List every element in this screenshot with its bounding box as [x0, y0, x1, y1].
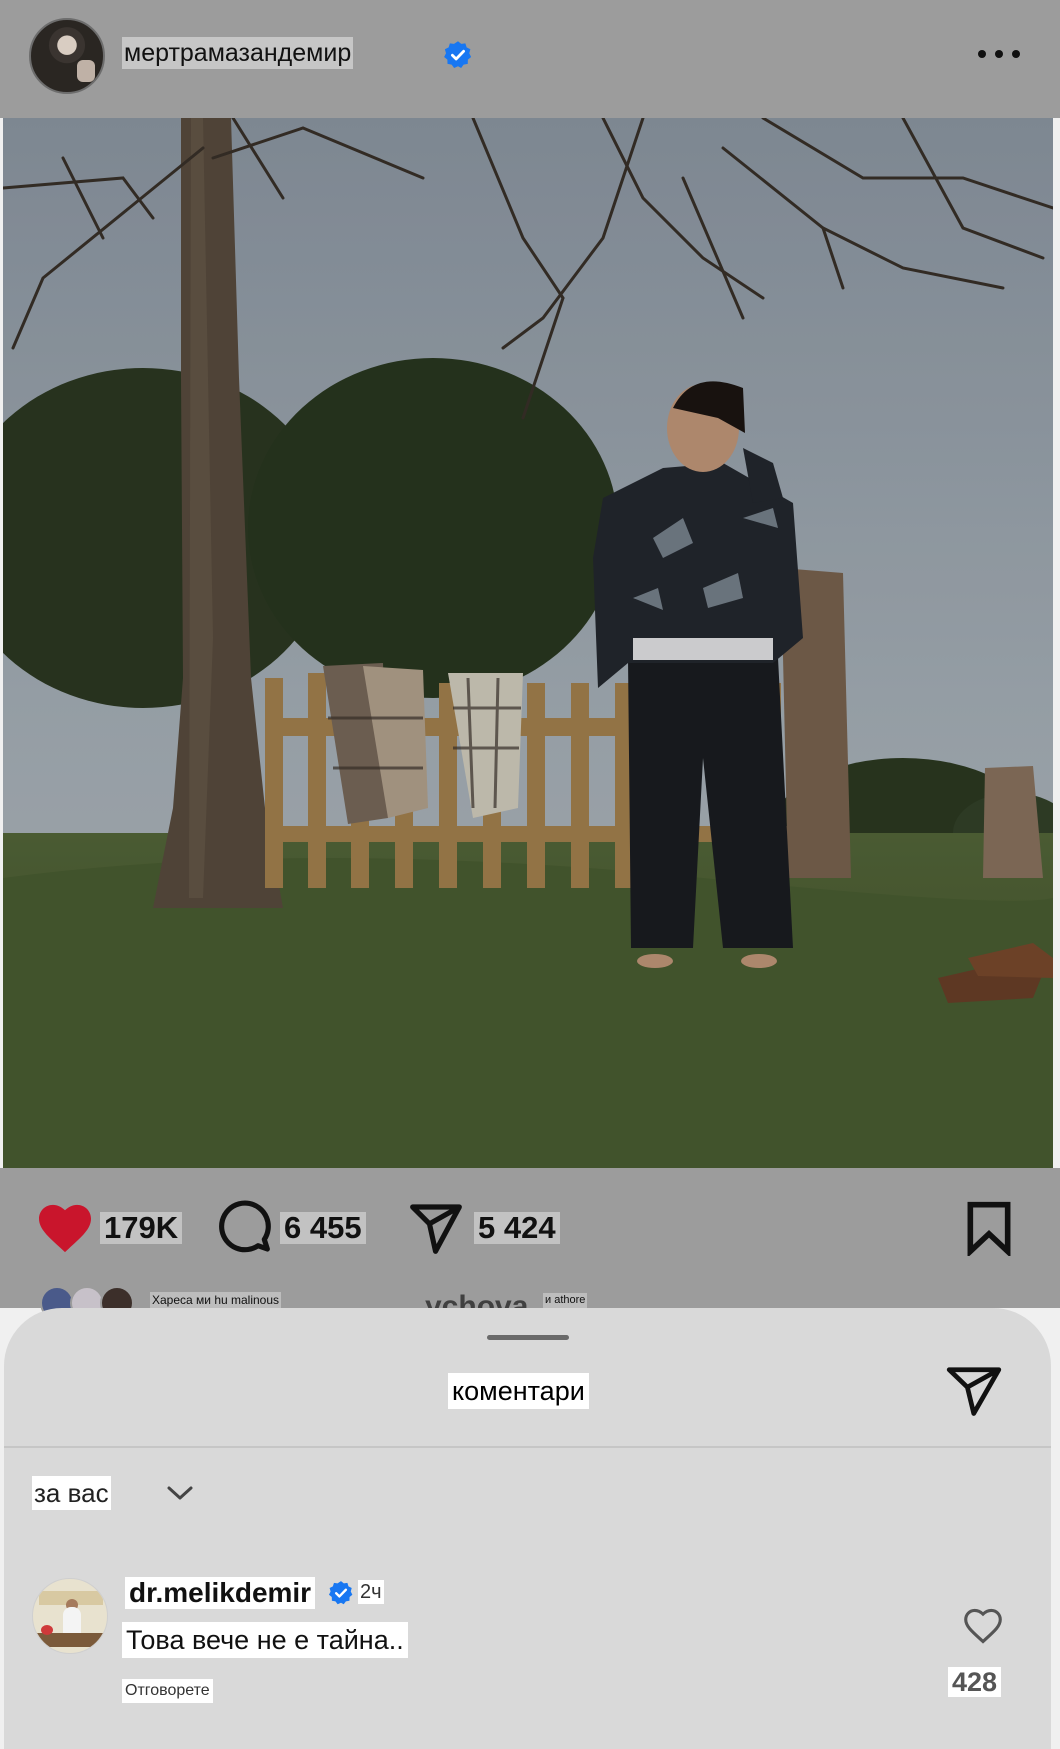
post-photo[interactable]	[3, 118, 1053, 1168]
comments-count: 6 455	[280, 1212, 366, 1244]
like-icon[interactable]	[36, 1202, 94, 1254]
sort-dropdown-label[interactable]: за вас	[32, 1476, 111, 1510]
likes-count: 179K	[100, 1212, 183, 1244]
more-options-icon[interactable]	[978, 44, 1020, 64]
shares-count: 5 424	[474, 1212, 560, 1244]
reply-button[interactable]: Отговорете	[122, 1679, 213, 1703]
comment-text: Това вече не е тайна..	[122, 1622, 408, 1658]
comment-like-count: 428	[948, 1667, 1002, 1697]
send-icon[interactable]	[945, 1365, 1003, 1417]
comment-like-icon[interactable]	[962, 1607, 1004, 1645]
comment-time: 2ч	[358, 1580, 384, 1604]
comment-avatar[interactable]	[32, 1578, 108, 1654]
post-username[interactable]: мертрамазандемир	[122, 37, 354, 69]
verified-badge-icon	[328, 1581, 353, 1605]
liked-by-others[interactable]: и athore	[543, 1293, 588, 1308]
profile-avatar[interactable]	[29, 18, 105, 94]
bookmark-icon[interactable]	[964, 1200, 1014, 1256]
share-icon[interactable]	[408, 1200, 464, 1256]
verified-badge-icon	[444, 41, 472, 68]
comment-username[interactable]: dr.melikdemir	[125, 1577, 316, 1609]
chevron-down-icon[interactable]	[166, 1483, 194, 1503]
liked-by-text: Хареса ми hu malinous	[150, 1292, 282, 1308]
sheet-grabber[interactable]	[487, 1335, 569, 1340]
sheet-divider	[4, 1446, 1051, 1448]
comments-title: коментари	[448, 1373, 589, 1409]
comment-icon[interactable]	[216, 1200, 272, 1256]
